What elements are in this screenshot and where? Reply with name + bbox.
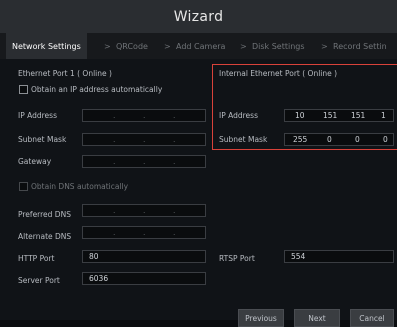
rtsp-port-field[interactable]: 554 xyxy=(284,250,394,263)
step-disk-settings[interactable]: Disk Settings xyxy=(252,33,305,59)
obtain-dns-label: Obtain DNS automatically xyxy=(31,182,129,191)
subnet-mask-label: Subnet Mask xyxy=(18,135,67,144)
step-record-settings[interactable]: Record Settin xyxy=(333,33,387,59)
rtsp-port-label: RTSP Port xyxy=(219,254,255,263)
network-settings-panel: Ethernet Port 1 ( Online ) Obtain an IP … xyxy=(0,59,397,327)
internal-ip-label: IP Address xyxy=(219,111,258,120)
wizard-window: Wizard Network Settings > QRCode > Add C… xyxy=(0,0,397,327)
wizard-steps: Network Settings > QRCode > Add Camera >… xyxy=(0,33,397,59)
gateway-field[interactable]: . . . xyxy=(82,155,206,168)
step-separator: > xyxy=(240,41,247,51)
preferred-dns-label: Preferred DNS xyxy=(18,210,71,219)
window-title: Wizard xyxy=(173,8,224,25)
previous-button[interactable]: Previous xyxy=(238,309,284,327)
step-qrcode[interactable]: QRCode xyxy=(116,33,148,59)
obtain-ip-checkbox[interactable] xyxy=(19,85,28,94)
internal-ip-field[interactable]: 10 151 151 1 xyxy=(284,109,394,122)
ip-address-label: IP Address xyxy=(18,111,57,120)
step-network-settings[interactable]: Network Settings xyxy=(6,33,87,59)
internal-port-header: Internal Ethernet Port ( Online ) xyxy=(219,69,338,78)
preferred-dns-field[interactable]: . . . xyxy=(82,204,206,217)
gateway-label: Gateway xyxy=(18,157,52,166)
ethernet-port1-header: Ethernet Port 1 ( Online ) xyxy=(18,69,112,78)
obtain-ip-label: Obtain an IP address automatically xyxy=(31,85,163,94)
server-port-field[interactable]: 6036 xyxy=(82,272,206,285)
http-port-label: HTTP Port xyxy=(18,254,55,263)
internal-subnet-field[interactable]: 255 0 0 0 xyxy=(284,133,394,146)
step-separator: > xyxy=(321,41,328,51)
server-port-label: Server Port xyxy=(18,276,60,285)
internal-subnet-label: Subnet Mask xyxy=(219,135,268,144)
step-add-camera[interactable]: Add Camera xyxy=(176,33,225,59)
subnet-mask-field[interactable]: . . . xyxy=(82,133,206,146)
next-button[interactable]: Next xyxy=(294,309,340,327)
step-separator: > xyxy=(164,41,171,51)
title-bar: Wizard xyxy=(0,0,397,33)
alternate-dns-label: Alternate DNS xyxy=(18,232,72,241)
alternate-dns-field[interactable]: . . . xyxy=(82,226,206,239)
cancel-button[interactable]: Cancel xyxy=(350,309,394,327)
ip-address-field[interactable]: . . . xyxy=(82,109,206,122)
obtain-dns-checkbox[interactable] xyxy=(19,182,28,191)
step-separator: > xyxy=(104,41,111,51)
http-port-field[interactable]: 80 xyxy=(82,250,206,263)
